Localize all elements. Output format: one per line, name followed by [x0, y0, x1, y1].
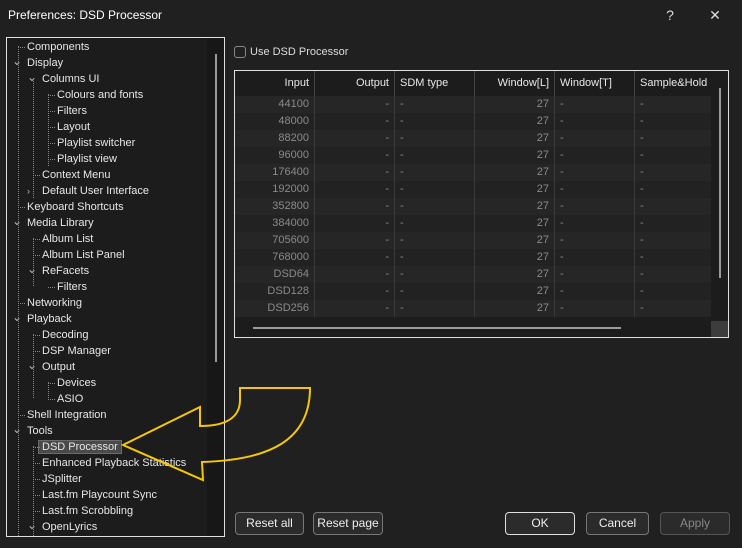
annotation-arrow	[120, 387, 312, 482]
arrow-shape	[120, 387, 312, 482]
